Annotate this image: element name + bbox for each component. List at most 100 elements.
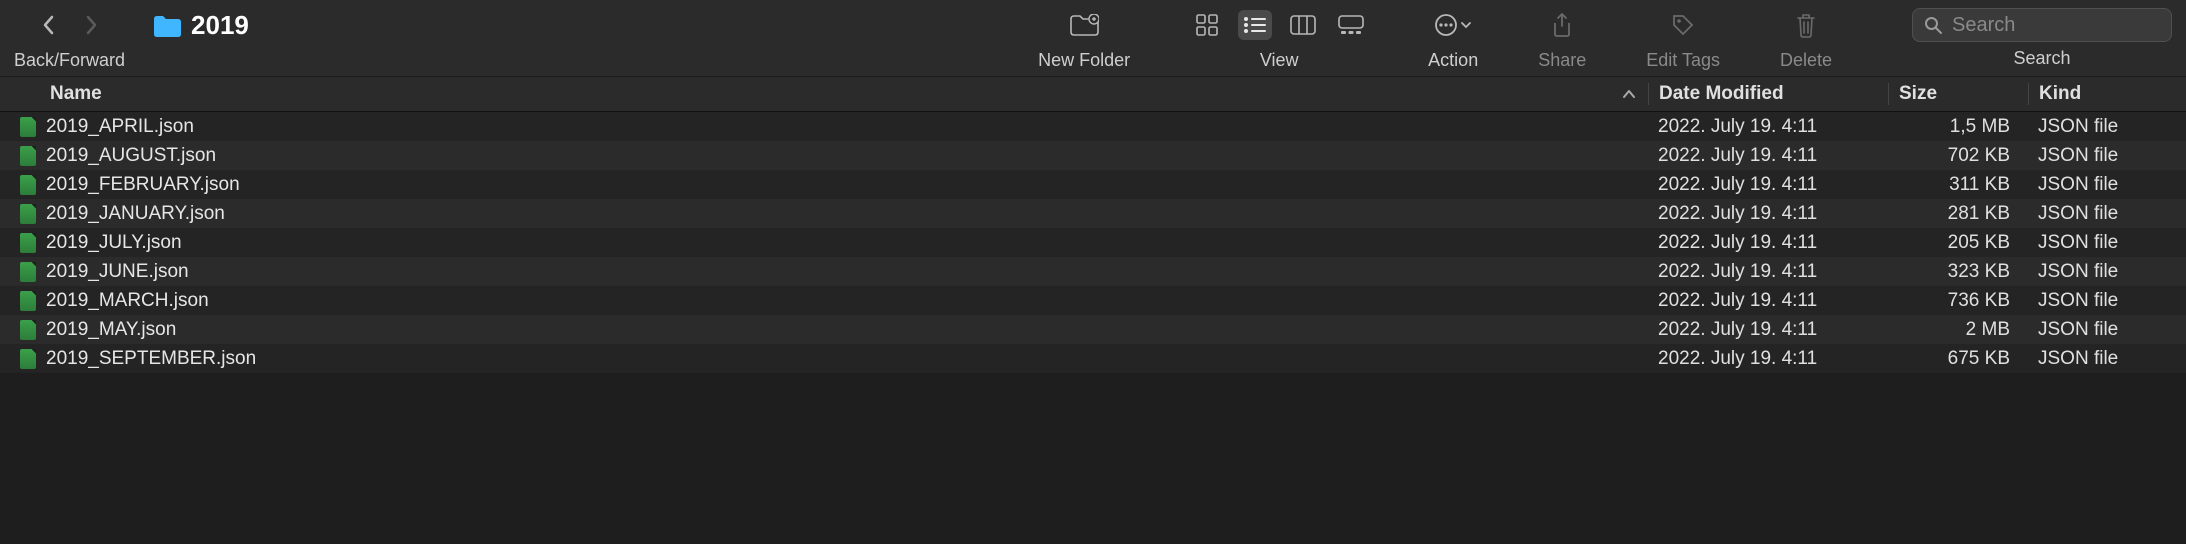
file-date: 2022. July 19. 4:11 <box>1648 145 1888 167</box>
file-kind: JSON file <box>2028 290 2186 312</box>
nav-label: Back/Forward <box>14 50 125 71</box>
view-gallery-button[interactable] <box>1334 10 1368 40</box>
action-button[interactable] <box>1430 10 1476 40</box>
table-row[interactable]: 2019_APRIL.json 2022. July 19. 4:111,5 MB… <box>0 112 2186 141</box>
column-kind-label: Kind <box>2039 83 2081 104</box>
file-name: 2019_FEBRUARY.json <box>46 174 240 196</box>
action-label: Action <box>1428 50 1478 71</box>
table-row[interactable]: 2019_JUNE.json 2022. July 19. 4:11323 KBJ… <box>0 257 2186 286</box>
folder-name: 2019 <box>191 10 249 41</box>
json-file-icon <box>20 204 36 224</box>
json-file-icon <box>20 117 36 137</box>
view-columns-button[interactable] <box>1286 10 1320 40</box>
sort-ascending-icon <box>1622 89 1636 99</box>
column-name-label: Name <box>50 83 102 105</box>
file-size: 675 KB <box>1888 348 2028 370</box>
file-date: 2022. July 19. 4:11 <box>1648 319 1888 341</box>
file-kind: JSON file <box>2028 319 2186 341</box>
back-button[interactable] <box>35 11 63 39</box>
file-date: 2022. July 19. 4:11 <box>1648 174 1888 196</box>
file-name: 2019_APRIL.json <box>46 116 194 138</box>
file-kind: JSON file <box>2028 348 2186 370</box>
search-label: Search <box>2013 48 2070 69</box>
share-button[interactable] <box>1545 10 1579 40</box>
file-name: 2019_JUNE.json <box>46 261 189 283</box>
json-file-icon <box>20 320 36 340</box>
table-row[interactable]: 2019_AUGUST.json 2022. July 19. 4:11702 K… <box>0 141 2186 170</box>
table-row[interactable]: 2019_FEBRUARY.json 2022. July 19. 4:11311… <box>0 170 2186 199</box>
column-date-label: Date Modified <box>1659 83 1784 104</box>
json-file-icon <box>20 349 36 369</box>
json-file-icon <box>20 175 36 195</box>
column-size[interactable]: Size <box>1888 83 2028 105</box>
file-kind: JSON file <box>2028 203 2186 225</box>
table-row[interactable]: 2019_MARCH.json 2022. July 19. 4:11736 KB… <box>0 286 2186 315</box>
file-date: 2022. July 19. 4:11 <box>1648 203 1888 225</box>
view-group: View <box>1190 6 1368 71</box>
table-row[interactable]: 2019_JANUARY.json 2022. July 19. 4:11281 … <box>0 199 2186 228</box>
json-file-icon <box>20 146 36 166</box>
file-size: 311 KB <box>1888 174 2028 196</box>
file-kind: JSON file <box>2028 145 2186 167</box>
file-date: 2022. July 19. 4:11 <box>1648 261 1888 283</box>
nav-group: Back/Forward <box>14 6 125 71</box>
delete-button[interactable] <box>1789 10 1823 40</box>
folder-title: 2019 <box>153 10 249 41</box>
file-kind: JSON file <box>2028 174 2186 196</box>
new-folder-group: New Folder <box>1038 6 1130 71</box>
action-group: Action <box>1428 6 1478 71</box>
chevron-down-icon <box>1460 19 1472 31</box>
file-name: 2019_MAY.json <box>46 319 176 341</box>
file-size: 736 KB <box>1888 290 2028 312</box>
file-list: 2019_APRIL.json2022. July 19. 4:111,5 MB… <box>0 112 2186 373</box>
file-size: 1,5 MB <box>1888 116 2028 138</box>
file-date: 2022. July 19. 4:11 <box>1648 290 1888 312</box>
file-name: 2019_JANUARY.json <box>46 203 225 225</box>
view-label: View <box>1260 50 1299 71</box>
view-icons-button[interactable] <box>1190 10 1224 40</box>
column-date[interactable]: Date Modified <box>1648 83 1888 105</box>
forward-button[interactable] <box>77 11 105 39</box>
column-size-label: Size <box>1899 83 1937 104</box>
toolbar-cluster: New Folder View <box>1038 6 2172 71</box>
search-input[interactable] <box>1952 14 2160 37</box>
file-name: 2019_AUGUST.json <box>46 145 216 167</box>
view-list-button[interactable] <box>1238 10 1272 40</box>
file-name: 2019_SEPTEMBER.json <box>46 348 256 370</box>
toolbar: Back/Forward 2019 New Folder <box>0 0 2186 76</box>
file-size: 323 KB <box>1888 261 2028 283</box>
delete-group: Delete <box>1780 6 1832 71</box>
folder-icon <box>153 15 181 37</box>
file-size: 702 KB <box>1888 145 2028 167</box>
new-folder-button[interactable] <box>1067 10 1101 40</box>
tags-group: Edit Tags <box>1646 6 1720 71</box>
search-group: Search <box>1912 6 2172 69</box>
file-name: 2019_MARCH.json <box>46 290 209 312</box>
file-name: 2019_JULY.json <box>46 232 182 254</box>
search-field-wrap[interactable] <box>1912 8 2172 42</box>
table-row[interactable]: 2019_JULY.json2022. July 19. 4:11205 KBJ… <box>0 228 2186 257</box>
file-kind: JSON file <box>2028 116 2186 138</box>
json-file-icon <box>20 233 36 253</box>
file-kind: JSON file <box>2028 261 2186 283</box>
json-file-icon <box>20 291 36 311</box>
table-row[interactable]: 2019_SEPTEMBER.json 2022. July 19. 4:1167… <box>0 344 2186 373</box>
delete-label: Delete <box>1780 50 1832 71</box>
tags-label: Edit Tags <box>1646 50 1720 71</box>
table-row[interactable]: 2019_MAY.json 2022. July 19. 4:112 MBJSON… <box>0 315 2186 344</box>
file-date: 2022. July 19. 4:11 <box>1648 232 1888 254</box>
edit-tags-button[interactable] <box>1666 10 1700 40</box>
file-date: 2022. July 19. 4:11 <box>1648 348 1888 370</box>
file-size: 281 KB <box>1888 203 2028 225</box>
column-header-row: Name Date Modified Size Kind <box>0 76 2186 112</box>
column-name[interactable]: Name <box>0 83 1648 105</box>
search-icon <box>1924 16 1942 34</box>
file-size: 2 MB <box>1888 319 2028 341</box>
new-folder-label: New Folder <box>1038 50 1130 71</box>
json-file-icon <box>20 262 36 282</box>
share-group: Share <box>1538 6 1586 71</box>
column-kind[interactable]: Kind <box>2028 83 2186 105</box>
file-size: 205 KB <box>1888 232 2028 254</box>
share-label: Share <box>1538 50 1586 71</box>
file-date: 2022. July 19. 4:11 <box>1648 116 1888 138</box>
